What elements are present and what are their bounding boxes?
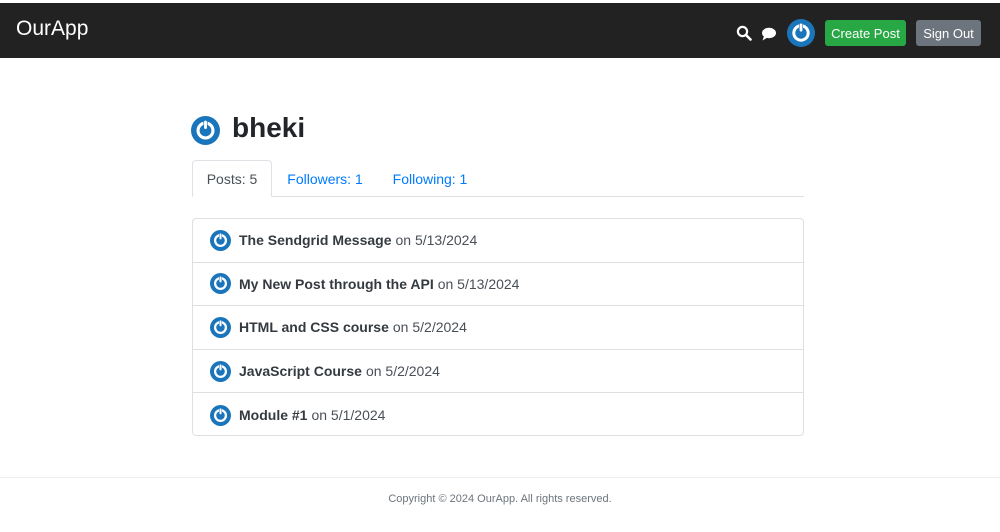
search-icon[interactable] bbox=[736, 25, 752, 41]
top-navbar: OurApp Create Post Sign Out bbox=[0, 3, 1000, 58]
post-date: on 5/13/2024 bbox=[437, 275, 520, 292]
brand-link[interactable]: OurApp bbox=[16, 17, 88, 41]
post-title: JavaScript Course bbox=[239, 363, 362, 380]
post-date: on 5/2/2024 bbox=[365, 363, 440, 380]
footer-divider bbox=[0, 477, 1000, 478]
footer-copyright: Copyright © 2024 OurApp. All rights rese… bbox=[388, 493, 612, 505]
post-avatar-icon bbox=[210, 404, 231, 426]
post-title: My New Post through the API bbox=[239, 275, 434, 292]
post-title: HTML and CSS course bbox=[239, 319, 389, 336]
post-avatar-icon bbox=[210, 229, 231, 251]
tab-posts[interactable]: Posts: 5 bbox=[192, 160, 272, 197]
post-item[interactable]: My New Post through the API on 5/13/2024 bbox=[193, 263, 803, 307]
tab-followers[interactable]: Followers: 1 bbox=[278, 160, 372, 197]
create-post-button[interactable]: Create Post bbox=[825, 20, 906, 46]
post-date: on 5/13/2024 bbox=[395, 232, 478, 249]
post-avatar-icon bbox=[210, 316, 231, 338]
chat-icon[interactable] bbox=[761, 27, 777, 41]
post-item[interactable]: The Sendgrid Message on 5/13/2024 bbox=[193, 219, 803, 263]
sign-out-button[interactable]: Sign Out bbox=[916, 20, 981, 46]
tab-following[interactable]: Following: 1 bbox=[382, 160, 478, 197]
profile-username: bheki bbox=[232, 112, 306, 143]
post-avatar-icon bbox=[210, 360, 231, 382]
avatar-icon[interactable] bbox=[787, 19, 815, 47]
post-date: on 5/2/2024 bbox=[392, 319, 467, 336]
post-avatar-icon bbox=[210, 273, 231, 295]
post-date: on 5/1/2024 bbox=[311, 407, 386, 424]
post-item[interactable]: HTML and CSS course on 5/2/2024 bbox=[193, 306, 803, 350]
posts-list: The Sendgrid Message on 5/13/2024 My New… bbox=[192, 218, 804, 436]
post-title: The Sendgrid Message bbox=[239, 232, 392, 249]
profile-avatar-icon bbox=[191, 116, 220, 145]
post-item[interactable]: Module #1 on 5/1/2024 bbox=[193, 393, 803, 437]
post-item[interactable]: JavaScript Course on 5/2/2024 bbox=[193, 350, 803, 394]
post-title: Module #1 bbox=[239, 407, 308, 424]
